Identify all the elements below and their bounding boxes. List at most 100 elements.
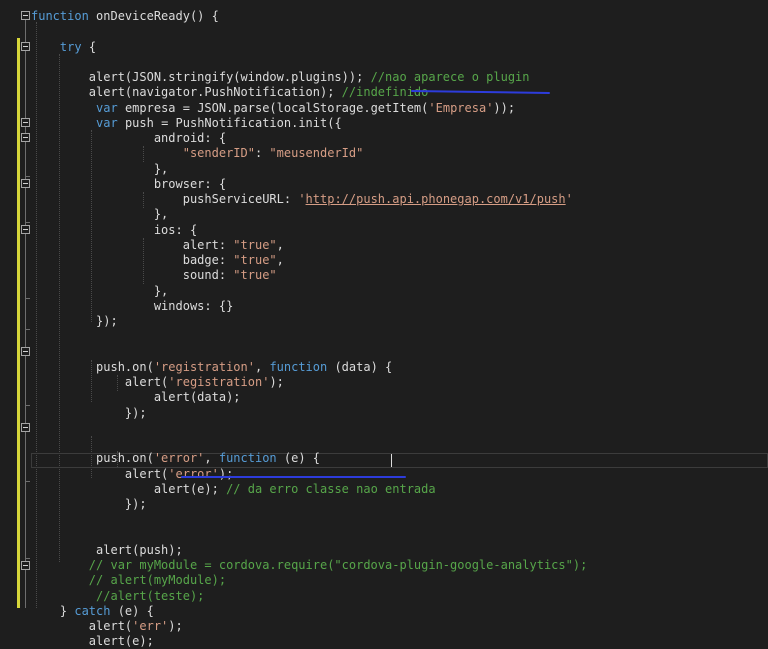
code-token: ,	[204, 451, 219, 466]
code-line[interactable]: alert(data);	[31, 390, 241, 405]
code-token: }	[31, 603, 75, 618]
code-token: :	[254, 146, 270, 161]
code-token: push.on(	[31, 451, 154, 466]
code-token: ));	[493, 100, 516, 115]
code-line[interactable]: windows: {}	[31, 299, 233, 314]
code-token: //alert(teste);	[96, 588, 205, 603]
code-line[interactable]: alert(e); // da erro classe nao entrada	[31, 482, 436, 497]
code-line[interactable]: } catch (e) {	[31, 604, 154, 619]
code-line[interactable]: alert(navigator.PushNotification); //ind…	[31, 85, 429, 100]
code-token: http://push.api.phonegap.com/v1/push	[305, 192, 566, 206]
code-token: });	[31, 497, 147, 511]
code-token: );	[269, 375, 284, 389]
code-line[interactable]: var push = PushNotification.init({	[31, 116, 342, 131]
code-line[interactable]: push.on('error', function (e) {	[31, 451, 320, 466]
code-token: });	[31, 405, 147, 420]
code-token: ,	[276, 253, 284, 267]
code-line[interactable]: // alert(myModule);	[31, 573, 226, 588]
code-token: android: {	[31, 131, 227, 145]
code-line[interactable]: alert(e);	[31, 634, 154, 649]
outline-end-tick	[25, 329, 30, 330]
editor-margin	[0, 0, 30, 608]
code-token: 'error'	[168, 466, 219, 481]
code-line[interactable]: badge: "true",	[31, 253, 284, 268]
code-line[interactable]: var empresa = JSON.parse(localStorage.ge…	[31, 101, 515, 116]
code-line[interactable]: ios: {	[31, 223, 197, 238]
outline-end-tick	[25, 405, 30, 406]
code-token: browser: {	[31, 176, 227, 191]
code-token: catch	[74, 603, 111, 618]
code-token: "true"	[233, 268, 277, 283]
code-token: // var myModule = cordova.require("cordo…	[88, 558, 588, 572]
code-token: alert(	[31, 619, 133, 633]
code-line[interactable]: browser: {	[31, 177, 226, 192]
collapse-browser-icon[interactable]	[21, 179, 30, 188]
code-token: },	[31, 283, 169, 298]
code-token: alert:	[31, 237, 234, 252]
code-line[interactable]: },	[31, 162, 168, 177]
code-token: 'err'	[132, 619, 169, 633]
code-line[interactable]: "senderID": "meusenderId"	[31, 146, 364, 161]
code-token: "meusenderId"	[269, 146, 364, 161]
collapse-error-handler-icon[interactable]	[21, 423, 30, 432]
code-token: },	[31, 161, 169, 176]
outline-end-tick	[25, 222, 30, 223]
code-line[interactable]: android: {	[31, 131, 226, 146]
code-token: alert(e);	[31, 481, 227, 496]
code-token: alert(JSON.stringify(window.plugins));	[31, 70, 371, 84]
code-line[interactable]: alert('registration');	[31, 375, 284, 390]
code-token: 'Empresa'	[428, 100, 494, 115]
outline-end-tick	[25, 558, 30, 559]
collapse-registration-handler-icon[interactable]	[21, 347, 30, 356]
code-line[interactable]: alert(push);	[31, 543, 183, 558]
code-token: },	[31, 207, 169, 222]
code-line[interactable]: //alert(teste);	[31, 589, 204, 604]
code-line[interactable]: },	[31, 284, 168, 299]
code-line[interactable]: try {	[31, 40, 96, 55]
code-token: );	[168, 619, 183, 633]
text-caret	[391, 454, 392, 467]
code-line[interactable]: });	[31, 497, 147, 512]
collapse-try-icon[interactable]	[21, 42, 30, 51]
code-token: function	[31, 9, 89, 23]
outline-line	[25, 20, 26, 608]
code-token: 'registration'	[168, 375, 270, 389]
code-token: alert(e);	[31, 634, 154, 649]
pen-underline-mark	[410, 90, 551, 94]
code-line[interactable]: });	[31, 406, 147, 421]
code-line[interactable]: alert('err');	[31, 619, 183, 634]
code-token: pushServiceURL:	[31, 192, 299, 206]
code-token: // da erro classe nao entrada	[226, 481, 436, 496]
code-line[interactable]: function onDeviceReady() {	[31, 9, 219, 24]
collapse-init-icon[interactable]	[21, 118, 30, 127]
code-token: '	[298, 192, 306, 206]
code-line[interactable]: alert('error');	[31, 467, 233, 482]
code-token: {	[81, 39, 97, 54]
collapse-function-icon[interactable]	[21, 11, 30, 20]
code-token: // alert(myModule);	[88, 573, 227, 588]
code-token: badge:	[31, 253, 234, 267]
collapse-catch-icon[interactable]	[21, 561, 30, 570]
code-token: function	[218, 451, 277, 466]
collapse-android-icon[interactable]	[21, 133, 30, 142]
code-token: ,	[276, 237, 284, 252]
code-token: "true"	[233, 237, 277, 252]
code-line[interactable]: // var myModule = cordova.require("cordo…	[31, 558, 588, 573]
code-token: alert(navigator.PushNotification);	[31, 85, 342, 100]
code-line[interactable]: alert: "true",	[31, 238, 284, 253]
code-token: "senderID"	[182, 146, 255, 161]
code-line[interactable]: });	[31, 314, 118, 329]
code-line[interactable]: pushServiceURL: 'http://push.api.phonega…	[31, 192, 573, 207]
code-token: //indefinido	[341, 85, 429, 100]
code-line[interactable]: },	[31, 207, 168, 222]
collapse-ios-icon[interactable]	[21, 225, 30, 234]
code-editor[interactable]: function onDeviceReady() { try { alert(J…	[0, 0, 768, 648]
code-line[interactable]: push.on('registration', function (data) …	[31, 360, 392, 375]
code-token: (data) {	[327, 359, 393, 374]
code-line[interactable]: alert(JSON.stringify(window.plugins)); /…	[31, 70, 530, 85]
code-line[interactable]: sound: "true"	[31, 268, 277, 283]
code-token: sound:	[31, 268, 234, 283]
